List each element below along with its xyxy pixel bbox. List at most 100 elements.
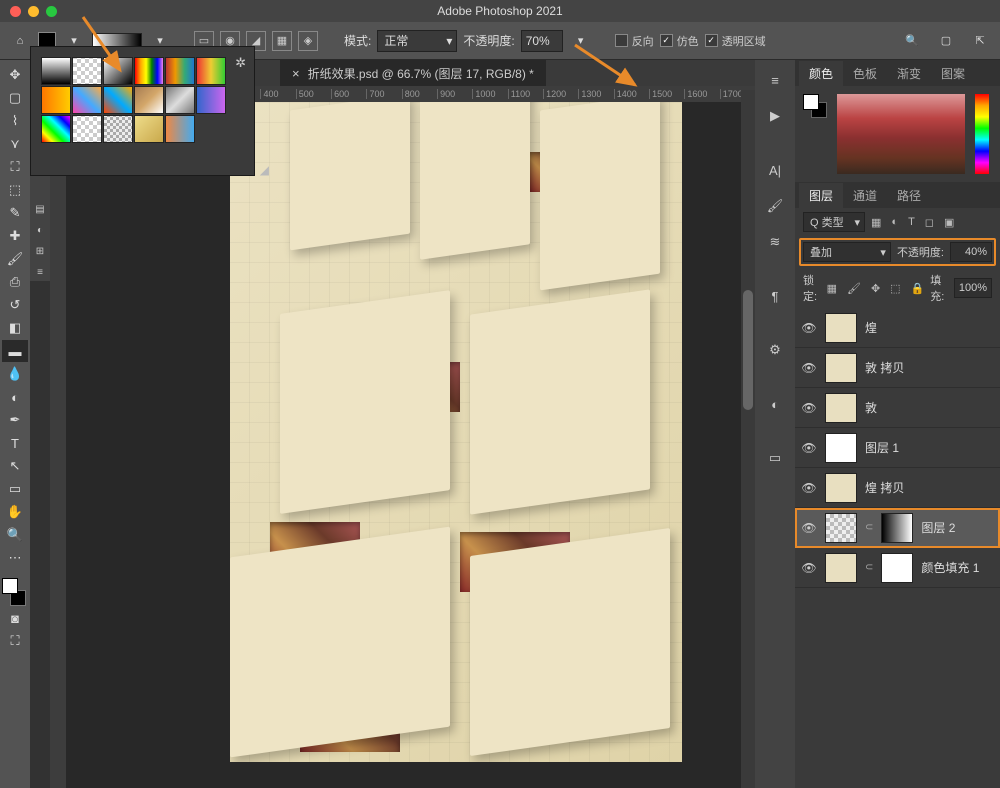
libraries-icon[interactable]: ▭ — [761, 444, 789, 472]
gradient-swatch[interactable] — [196, 86, 226, 114]
transparency-checkbox[interactable]: 透明区域 — [705, 33, 766, 49]
tool-gradient[interactable]: ▬ — [2, 340, 28, 362]
dither-checkbox[interactable]: 仿色 — [660, 33, 699, 49]
tool-quickmask[interactable]: ◙ — [2, 607, 28, 629]
panel-icon[interactable]: ≡ — [31, 263, 49, 281]
panel-icon[interactable]: ◐ — [31, 221, 49, 239]
character-icon[interactable]: A| — [761, 156, 789, 184]
layer-row[interactable]: 👁 敦 — [795, 388, 1000, 428]
layer-row[interactable]: 👁 煌 拷贝 — [795, 468, 1000, 508]
layer-name[interactable]: 图层 2 — [921, 519, 955, 536]
gradient-swatch[interactable] — [72, 86, 102, 114]
layer-name[interactable]: 敦 拷贝 — [865, 359, 904, 376]
filter-shape-icon[interactable]: ◻ — [925, 216, 934, 229]
scrollbar-vertical[interactable] — [741, 90, 755, 788]
tool-blur[interactable]: 💧 — [2, 363, 28, 385]
filter-type-icon[interactable]: T — [908, 216, 915, 229]
tool-eyedropper[interactable]: ✎ — [2, 202, 28, 224]
close-window[interactable] — [10, 6, 21, 17]
lock-trans-icon[interactable]: ▦ — [827, 282, 837, 295]
tab-paths[interactable]: 路径 — [887, 183, 931, 208]
tool-brush[interactable]: 🖌 — [2, 248, 28, 270]
visibility-icon[interactable]: 👁 — [801, 441, 817, 455]
gradient-swatch[interactable] — [41, 57, 71, 85]
play-icon[interactable]: ▶ — [761, 102, 789, 130]
panel-icon[interactable]: ≋ — [761, 228, 789, 256]
expand-handle-icon[interactable]: ◢ — [260, 163, 269, 177]
tool-lasso[interactable]: ⌇ — [2, 110, 28, 132]
layer-name[interactable]: 图层 1 — [865, 439, 899, 456]
tool-zoom[interactable]: 🔍 — [2, 524, 28, 546]
layer-row[interactable]: 👁 煌 — [795, 308, 1000, 348]
lock-all-icon[interactable]: 🔒 — [911, 282, 925, 295]
layer-row[interactable]: 👁 ⊂ 图层 2 — [795, 508, 1000, 548]
layer-opacity-input[interactable]: 40% — [950, 242, 992, 262]
styles-icon[interactable]: ◐ — [761, 390, 789, 418]
tool-move[interactable]: ✥ — [2, 64, 28, 86]
tool-shape[interactable]: ▭ — [2, 478, 28, 500]
brush-icon[interactable]: 🖌 — [761, 192, 789, 220]
lock-paint-icon[interactable]: 🖌 — [847, 282, 861, 295]
layer-thumbnail[interactable] — [825, 353, 857, 383]
tool-hand[interactable]: ✋ — [2, 501, 28, 523]
tool-pen[interactable]: ✒ — [2, 409, 28, 431]
gradient-swatch[interactable] — [165, 86, 195, 114]
link-icon[interactable]: ⊂ — [865, 562, 873, 573]
tool-marquee[interactable]: ▢ — [2, 87, 28, 109]
panel-icon[interactable]: ▤ — [31, 200, 49, 218]
layer-thumbnail[interactable] — [825, 393, 857, 423]
layer-name[interactable]: 煌 — [865, 319, 877, 336]
document-tab[interactable]: × 折纸效果.psd @ 66.7% (图层 17, RGB/8) * — [280, 60, 546, 86]
visibility-icon[interactable]: 👁 — [801, 561, 817, 575]
tool-wand[interactable]: ⋎ — [2, 133, 28, 155]
scrollbar-thumb[interactable] — [743, 290, 753, 410]
tab-layers[interactable]: 图层 — [799, 183, 843, 208]
gradient-swatch[interactable] — [134, 115, 164, 143]
opacity-input[interactable]: 70% — [521, 30, 563, 52]
layer-name[interactable]: 颜色填充 1 — [921, 559, 979, 576]
share-icon[interactable]: ⇱ — [968, 29, 992, 53]
tool-type[interactable]: T — [2, 432, 28, 454]
layer-thumbnail[interactable] — [825, 473, 857, 503]
filter-adjust-icon[interactable]: ◐ — [891, 216, 898, 229]
workspace-icon[interactable]: ▢ — [934, 29, 958, 53]
tab-gradients[interactable]: 渐变 — [887, 61, 931, 86]
visibility-icon[interactable]: 👁 — [801, 521, 817, 535]
layer-thumbnail[interactable] — [825, 433, 857, 463]
tab-swatches[interactable]: 色板 — [843, 61, 887, 86]
tab-channels[interactable]: 通道 — [843, 183, 887, 208]
visibility-icon[interactable]: 👁 — [801, 361, 817, 375]
mask-thumbnail[interactable] — [881, 513, 913, 543]
reflected-gradient-icon[interactable]: ▦ — [272, 31, 292, 51]
tool-more[interactable]: ⋯ — [2, 547, 28, 569]
gradient-swatch[interactable] — [134, 57, 164, 85]
diamond-gradient-icon[interactable]: ◈ — [298, 31, 318, 51]
lock-artboard-icon[interactable]: ⬚ — [890, 282, 900, 295]
gradient-swatch[interactable] — [134, 86, 164, 114]
gradient-swatch[interactable] — [72, 115, 102, 143]
layer-thumbnail[interactable] — [825, 313, 857, 343]
layer-name[interactable]: 敦 — [865, 399, 877, 416]
tool-stamp[interactable]: ⎙ — [2, 271, 28, 293]
layer-row[interactable]: 👁 敦 拷贝 — [795, 348, 1000, 388]
gradient-swatch[interactable] — [41, 115, 71, 143]
fill-input[interactable]: 100% — [954, 278, 992, 298]
panel-icon[interactable]: ≡ — [761, 66, 789, 94]
gradient-swatch[interactable] — [165, 57, 195, 85]
color-swatches[interactable] — [2, 578, 28, 606]
panel-icon[interactable]: ⊞ — [31, 242, 49, 260]
visibility-icon[interactable]: 👁 — [801, 481, 817, 495]
tool-history-brush[interactable]: ↺ — [2, 294, 28, 316]
filter-type-select[interactable]: Q 类型 — [803, 212, 865, 232]
hue-slider[interactable] — [975, 94, 989, 174]
tool-crop[interactable]: ⛶ — [2, 156, 28, 178]
layer-blend-select[interactable]: 叠加 — [803, 242, 891, 262]
gear-icon[interactable]: ✲ — [235, 55, 246, 71]
tool-frame[interactable]: ⬚ — [2, 179, 28, 201]
tool-eraser[interactable]: ◧ — [2, 317, 28, 339]
search-icon[interactable]: 🔍 — [900, 29, 924, 53]
layer-row[interactable]: 👁 ⊂ 颜色填充 1 — [795, 548, 1000, 588]
color-swatch-pair[interactable] — [803, 94, 827, 118]
close-tab-icon[interactable]: × — [292, 66, 300, 81]
tab-color[interactable]: 颜色 — [799, 61, 843, 86]
